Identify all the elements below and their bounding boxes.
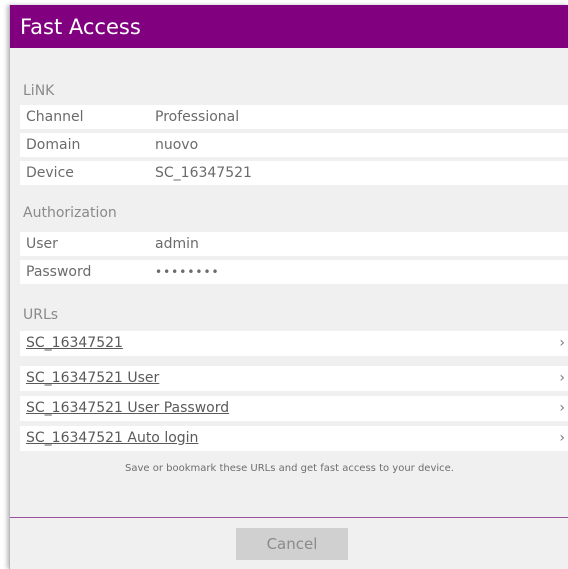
url-item-device[interactable]: SC_16347521 ›	[20, 331, 568, 356]
domain-value: nuovo	[155, 137, 199, 153]
footer-divider	[10, 517, 568, 518]
password-label: Password	[26, 264, 92, 280]
chevron-right-icon: ›	[559, 335, 565, 351]
device-value: SC_16347521	[155, 165, 252, 181]
device-row: Device SC_16347521	[20, 161, 568, 185]
password-value: ••••••••	[155, 265, 220, 279]
fast-access-dialog: Fast Access LiNK Channel Professional Do…	[9, 5, 568, 569]
urls-section-title: URLs	[23, 307, 59, 323]
domain-row: Domain nuovo	[20, 133, 568, 157]
url-link-device[interactable]: SC_16347521	[26, 331, 123, 356]
bookmark-note: Save or bookmark these URLs and get fast…	[125, 463, 454, 474]
chevron-right-icon: ›	[559, 430, 565, 446]
url-link-user-password[interactable]: SC_16347521 User Password	[26, 396, 229, 421]
url-link-auto-login[interactable]: SC_16347521 Auto login	[26, 426, 198, 451]
url-link-user[interactable]: SC_16347521 User	[26, 366, 159, 391]
channel-value: Professional	[155, 109, 240, 125]
authorization-section-title: Authorization	[23, 205, 117, 221]
chevron-right-icon: ›	[559, 400, 565, 416]
url-item-user-password[interactable]: SC_16347521 User Password ›	[20, 396, 568, 421]
channel-label: Channel	[26, 109, 84, 125]
url-item-user[interactable]: SC_16347521 User ›	[20, 366, 568, 391]
user-row: User admin	[20, 232, 568, 256]
link-section-title: LiNK	[23, 83, 55, 99]
url-item-auto-login[interactable]: SC_16347521 Auto login ›	[20, 426, 568, 451]
user-label: User	[26, 236, 58, 252]
channel-row: Channel Professional	[20, 105, 568, 129]
password-row: Password ••••••••	[20, 260, 568, 284]
user-value: admin	[155, 236, 199, 252]
cancel-button[interactable]: Cancel	[236, 528, 348, 560]
device-label: Device	[26, 165, 74, 181]
dialog-title: Fast Access	[10, 5, 568, 48]
chevron-right-icon: ›	[559, 370, 565, 386]
domain-label: Domain	[26, 137, 81, 153]
